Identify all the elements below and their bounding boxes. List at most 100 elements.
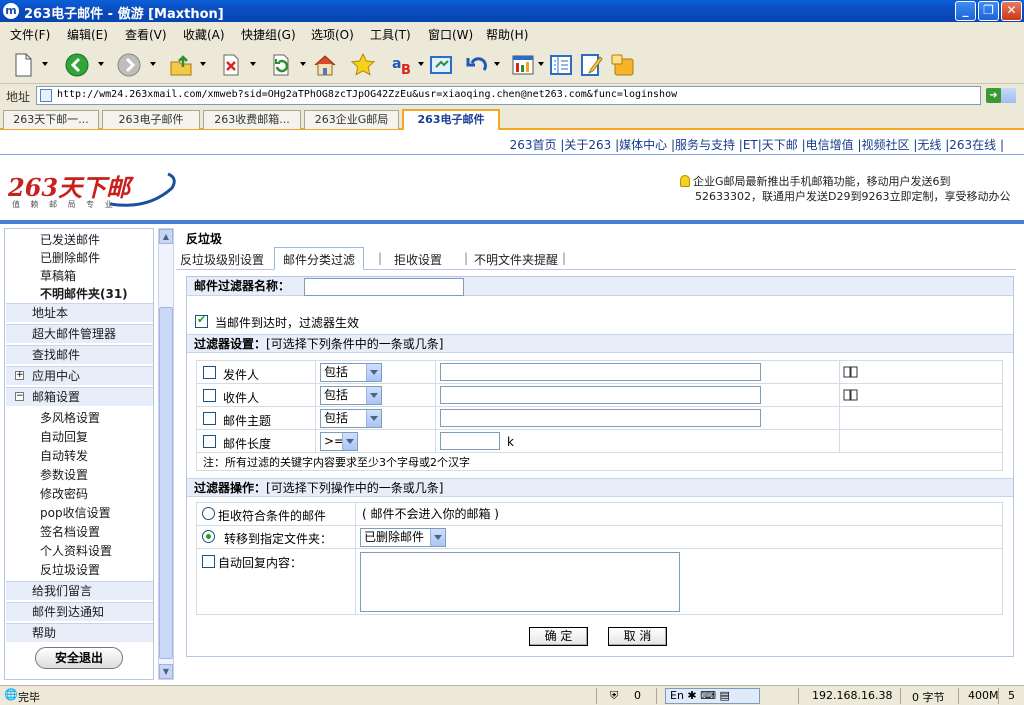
up-folder-icon[interactable] xyxy=(168,52,194,78)
chevron-down-icon[interactable] xyxy=(430,529,445,546)
chevron-down-icon[interactable] xyxy=(366,410,381,427)
translate-icon[interactable]: aB xyxy=(390,52,416,78)
ime-icons[interactable]: ✱ ⌨ ▤ xyxy=(684,689,730,702)
browser-tab-1[interactable]: 263天下邮一... xyxy=(3,110,99,129)
sidebar-item-app-center[interactable]: + 应用中心 xyxy=(6,366,153,385)
undo-close-icon[interactable] xyxy=(464,52,490,78)
chevron-down-icon[interactable] xyxy=(366,387,381,404)
condition-length-checkbox[interactable] xyxy=(203,435,216,448)
sidebar-item-profile[interactable]: 个人资料设置 xyxy=(40,542,112,559)
browser-tab-4[interactable]: 263企业G邮局 xyxy=(304,110,399,129)
chevron-down-icon[interactable] xyxy=(366,364,381,381)
stop-dropdown-icon[interactable] xyxy=(250,62,256,66)
back-icon[interactable] xyxy=(64,52,90,78)
tools-panel-icon[interactable] xyxy=(510,52,536,78)
sidebar-item-sent[interactable]: 已发送邮件 xyxy=(40,231,100,248)
top-links[interactable]: 263首页 |关于263 |媒体中心 |服务与支持 |ET|天下邮 |电信增值 … xyxy=(510,136,1004,153)
sidebar-item-help[interactable]: 帮助 xyxy=(6,623,153,642)
maximize-button[interactable]: ❐ xyxy=(978,1,999,21)
address-book-icon[interactable] xyxy=(843,366,858,378)
back-dropdown-icon[interactable] xyxy=(98,62,104,66)
filter-name-input[interactable] xyxy=(304,278,464,296)
ime-lang[interactable]: En xyxy=(670,689,684,702)
condition-length-op[interactable]: >= xyxy=(320,432,358,451)
condition-sender-input[interactable] xyxy=(440,363,761,381)
ime-toolbar[interactable]: En ✱ ⌨ ▤ xyxy=(665,688,760,704)
address-book-icon[interactable] xyxy=(843,389,858,401)
action-reject-radio[interactable] xyxy=(202,507,215,520)
sidebar-item-antispam[interactable]: 反垃圾设置 xyxy=(40,561,100,578)
collapse-minus-icon[interactable]: − xyxy=(15,392,24,401)
browser-tab-3[interactable]: 263收费邮箱... xyxy=(203,110,301,129)
menu-tools[interactable]: 工具(T) xyxy=(370,26,411,43)
sidebar-item-params[interactable]: 参数设置 xyxy=(40,466,88,483)
cancel-button[interactable]: 取 消 xyxy=(608,627,667,646)
new-page-icon[interactable] xyxy=(10,52,36,78)
refresh-dropdown-icon[interactable] xyxy=(300,62,306,66)
sidebar-item-deleted[interactable]: 已删除邮件 xyxy=(40,249,100,266)
scroll-up-icon[interactable]: ▲ xyxy=(159,229,173,244)
forward-dropdown-icon[interactable] xyxy=(150,62,156,66)
sidebar-item-signature[interactable]: 签名档设置 xyxy=(40,523,100,540)
menu-window[interactable]: 窗口(W) xyxy=(428,26,473,43)
sidebar-item-drafts[interactable]: 草稿箱 xyxy=(40,267,76,284)
refresh-icon[interactable] xyxy=(268,52,294,78)
expand-plus-icon[interactable]: + xyxy=(15,371,24,380)
sidebar-item-style[interactable]: 多风格设置 xyxy=(40,409,100,426)
browser-tab-active[interactable]: 263电子邮件 xyxy=(402,109,500,130)
go-arrow-icon[interactable]: ➜ xyxy=(986,88,1001,103)
new-dropdown-icon[interactable] xyxy=(42,62,48,66)
browser-tab-2[interactable]: 263电子邮件 xyxy=(102,110,200,129)
menu-file[interactable]: 文件(F) xyxy=(10,26,50,43)
ok-button[interactable]: 确 定 xyxy=(529,627,588,646)
notes-icon[interactable] xyxy=(578,52,604,78)
undo-dropdown-icon[interactable] xyxy=(494,62,500,66)
sidebar-item-mailbox-settings[interactable]: − 邮箱设置 xyxy=(6,387,153,406)
sidebar-item-unknown-folder[interactable]: 不明邮件夹(31) xyxy=(40,285,128,302)
menu-edit[interactable]: 编辑(E) xyxy=(67,26,108,43)
enable-filter-checkbox[interactable] xyxy=(195,313,208,328)
sidebar-item-password[interactable]: 修改密码 xyxy=(40,485,88,502)
condition-length-input[interactable] xyxy=(440,432,500,450)
up-dropdown-icon[interactable] xyxy=(200,62,206,66)
autoreply-textarea[interactable] xyxy=(360,552,680,612)
action-autoreply-checkbox[interactable] xyxy=(202,555,215,568)
action-move-radio[interactable] xyxy=(202,530,215,543)
close-button[interactable]: ✕ xyxy=(1001,1,1022,21)
condition-subject-input[interactable] xyxy=(440,409,761,427)
menu-help[interactable]: 帮助(H) xyxy=(486,26,528,43)
plugin-icon[interactable] xyxy=(610,52,636,78)
chevron-down-icon[interactable] xyxy=(342,433,357,450)
logout-button[interactable]: 安全退出 xyxy=(35,647,123,669)
tab-antispam-level[interactable]: 反垃圾级别设置 xyxy=(180,251,264,268)
sidebar-item-address-book[interactable]: 地址本 xyxy=(6,303,153,322)
address-input[interactable]: http://wm24.263xmail.com/xmweb?sid=OHg2a… xyxy=(36,86,1016,105)
sidebar-toggle-icon[interactable] xyxy=(548,52,574,78)
scroll-thumb[interactable] xyxy=(159,307,173,659)
menu-favorites[interactable]: 收藏(A) xyxy=(183,26,225,43)
tab-unknown-folder-reminder[interactable]: 不明文件夹提醒 xyxy=(474,251,558,268)
tools-dropdown-icon[interactable] xyxy=(538,62,544,66)
favorites-star-icon[interactable] xyxy=(350,52,376,78)
sidebar-item-arrival-notice[interactable]: 邮件到达通知 xyxy=(6,602,153,621)
condition-sender-op[interactable]: 包括 xyxy=(320,363,382,382)
condition-subject-op[interactable]: 包括 xyxy=(320,409,382,428)
tab-mail-filter[interactable]: 邮件分类过滤 xyxy=(274,247,365,270)
menu-view[interactable]: 查看(V) xyxy=(125,26,167,43)
screen-capture-icon[interactable] xyxy=(428,52,454,78)
condition-subject-checkbox[interactable] xyxy=(203,412,216,425)
condition-sender-checkbox[interactable] xyxy=(203,366,216,379)
sidebar-item-search-mail[interactable]: 查找邮件 xyxy=(6,345,153,364)
sidebar-scrollbar[interactable]: ▲ ▼ xyxy=(158,228,174,680)
menu-groups[interactable]: 快捷组(G) xyxy=(241,26,296,43)
home-icon[interactable] xyxy=(312,52,338,78)
tab-reject[interactable]: 拒收设置 xyxy=(394,251,442,268)
address-dropdown-icon[interactable] xyxy=(1000,88,1016,103)
move-folder-select[interactable]: 已删除邮件 xyxy=(360,528,446,547)
condition-recipient-input[interactable] xyxy=(440,386,761,404)
menu-options[interactable]: 选项(O) xyxy=(311,26,354,43)
stop-icon[interactable] xyxy=(218,52,244,78)
condition-recipient-op[interactable]: 包括 xyxy=(320,386,382,405)
sidebar-item-large-mail[interactable]: 超大邮件管理器 xyxy=(6,324,153,343)
sidebar-item-auto-forward[interactable]: 自动转发 xyxy=(40,447,88,464)
